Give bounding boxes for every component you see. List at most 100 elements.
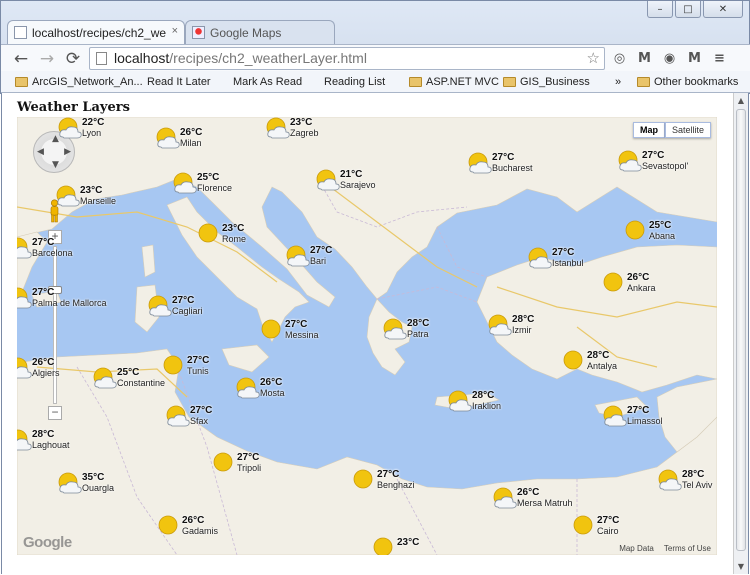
weather-marker[interactable]: 27°C Tunis	[162, 355, 209, 377]
city-name: Constantine	[117, 378, 166, 388]
reload-button[interactable]: ⟳	[63, 49, 83, 69]
weather-marker[interactable]: 28°C Patra	[382, 318, 429, 340]
temperature-value: 27°C	[285, 319, 308, 330]
vertical-scrollbar[interactable]: ▲ ▼	[733, 93, 748, 574]
bookmark-folder[interactable]: ASP.NET MVC	[409, 74, 499, 90]
city-name: Cairo	[597, 526, 619, 536]
weather-map[interactable]: Map Satellite ▲ ▼ ◀ ▶ + − 22°C Lyon 26°C Mi…	[17, 117, 717, 555]
sun-cloud-icon	[165, 405, 190, 427]
extension-globe-icon[interactable]: ◎	[611, 50, 628, 67]
tab-close-icon[interactable]: ×	[172, 25, 178, 37]
zoom-slider-track[interactable]	[53, 246, 57, 404]
bookmark-item[interactable]: Read It Later	[147, 74, 211, 180]
menu-wrench-icon[interactable]: ≡	[711, 50, 728, 67]
maximize-button[interactable]: □	[675, 1, 701, 18]
weather-marker[interactable]: 27°C Bucharest	[467, 152, 533, 174]
temperature-value: 27°C	[377, 469, 400, 480]
weather-marker[interactable]: 27°C Cagliari	[147, 295, 203, 317]
bookmark-folder[interactable]: ArcGIS_Network_An...	[15, 74, 143, 90]
weather-marker[interactable]: 27°C Benghazi	[352, 469, 415, 491]
weather-label: 26°C Mosta	[260, 377, 285, 398]
weather-marker[interactable]: 27°C Cairo	[572, 515, 619, 537]
city-name: Mersa Matruh	[517, 498, 573, 508]
map-type-satellite-button[interactable]: Satellite	[664, 122, 711, 138]
bookmark-folder[interactable]: GIS_Business	[503, 74, 590, 90]
weather-marker[interactable]: 27°C Palma de Mallorca	[17, 287, 107, 309]
bookmark-label: ArcGIS_Network_An...	[32, 76, 143, 88]
weather-marker[interactable]: 27°C Tripoli	[212, 452, 261, 474]
bookmark-item[interactable]: Reading List	[324, 74, 385, 180]
weather-marker[interactable]: 28°C Iraklion	[447, 390, 501, 412]
zoom-out-button[interactable]: −	[48, 406, 62, 420]
sun-icon	[157, 515, 181, 537]
weather-marker[interactable]: 26°C Algiers	[17, 357, 60, 379]
weather-marker[interactable]: 26°C Ankara	[602, 272, 656, 294]
weather-marker[interactable]: 28°C Tel Aviv	[657, 469, 712, 491]
weather-label: 27°C Cagliari	[172, 295, 203, 316]
weather-marker[interactable]: 27°C Sevastopol'	[617, 150, 688, 172]
weather-marker[interactable]: 27°C Limassol	[602, 405, 663, 427]
bookmark-item[interactable]: Mark As Read	[233, 74, 302, 180]
scroll-down-icon[interactable]: ▼	[734, 559, 748, 574]
weather-label: 28°C Antalya	[587, 350, 617, 371]
weather-marker[interactable]: 21°C Sarajevo	[315, 169, 376, 191]
temperature-value: 26°C	[260, 377, 283, 388]
scroll-up-icon[interactable]: ▲	[734, 93, 748, 108]
tab-title: localhost/recipes/ch2_we	[32, 25, 167, 40]
scrollbar-thumb[interactable]	[736, 109, 746, 551]
minimize-button[interactable]: –	[647, 1, 673, 18]
sun-cloud-icon	[467, 152, 492, 174]
temperature-value: 35°C	[82, 472, 105, 483]
extension-mail-icon[interactable]: M	[686, 50, 703, 67]
weather-marker[interactable]: 23°C Rome	[197, 223, 246, 245]
address-bar[interactable]: localhost/recipes/ch2_weatherLayer.html …	[89, 47, 605, 70]
back-button[interactable]: ←	[11, 49, 31, 69]
weather-marker[interactable]: 25°C Constantine	[92, 367, 165, 389]
city-name: Zagreb	[290, 128, 319, 138]
weather-marker[interactable]: 27°C Messina	[260, 319, 319, 341]
temperature-value: 27°C	[190, 405, 213, 416]
weather-marker[interactable]: 26°C Gadamis	[157, 515, 218, 537]
weather-marker[interactable]: 28°C Laghouat	[17, 429, 70, 451]
weather-marker[interactable]: 27°C Istanbul	[527, 247, 584, 269]
weather-marker[interactable]: 26°C Milan	[155, 127, 202, 149]
pan-right-icon[interactable]: ▶	[64, 147, 71, 157]
map-type-map-button[interactable]: Map	[632, 122, 665, 138]
extension-gmail-icon[interactable]: M	[636, 50, 653, 67]
temperature-value: 26°C	[32, 357, 55, 368]
pan-left-icon[interactable]: ◀	[37, 147, 44, 157]
weather-marker[interactable]: 26°C Mersa Matruh	[492, 487, 573, 509]
url-path: /recipes/ch2_weatherLayer.html	[169, 50, 367, 66]
tab-google-maps[interactable]: Google Maps	[185, 20, 335, 44]
terms-of-use-link[interactable]: Terms of Use	[664, 544, 711, 553]
weather-marker[interactable]: 35°C Ouargla	[57, 472, 114, 494]
weather-marker[interactable]: 23°C	[372, 537, 419, 555]
city-name: Barcelona	[32, 248, 73, 258]
map-data-link[interactable]: Map Data	[619, 544, 654, 553]
tab-active[interactable]: localhost/recipes/ch2_we ×	[7, 20, 185, 44]
forward-button[interactable]: →	[37, 49, 57, 69]
sun-cloud-icon	[147, 295, 172, 317]
weather-marker[interactable]: 25°C Abana	[624, 220, 675, 242]
pan-down-icon[interactable]: ▼	[52, 160, 59, 170]
weather-marker[interactable]: 27°C Barcelona	[17, 237, 73, 259]
weather-marker[interactable]: 28°C Antalya	[562, 350, 617, 372]
weather-marker[interactable]: 27°C Sfax	[165, 405, 212, 427]
extension-lens-icon[interactable]: ◉	[661, 50, 678, 67]
close-window-button[interactable]: ✕	[703, 1, 743, 18]
weather-marker[interactable]: 23°C Marseille	[55, 185, 116, 207]
sun-cloud-icon	[17, 357, 32, 379]
temperature-value: 28°C	[472, 390, 495, 401]
weather-marker[interactable]: 23°C Zagreb	[265, 117, 319, 139]
weather-marker[interactable]: 27°C Bari	[285, 245, 332, 267]
temperature-value: 28°C	[32, 429, 55, 440]
weather-marker[interactable]: 22°C Lyon	[57, 117, 104, 139]
bookmark-folder-other[interactable]: Other bookmarks	[637, 74, 738, 90]
city-name: Limassol	[627, 416, 663, 426]
bookmark-star-icon[interactable]: ☆	[587, 48, 600, 69]
weather-marker[interactable]: 28°C Izmir	[487, 314, 534, 336]
temperature-value: 27°C	[552, 247, 575, 258]
bookmarks-overflow-chevron[interactable]: »	[615, 74, 621, 90]
weather-marker[interactable]: 25°C Florence	[172, 172, 232, 194]
weather-marker[interactable]: 26°C Mosta	[235, 377, 285, 399]
